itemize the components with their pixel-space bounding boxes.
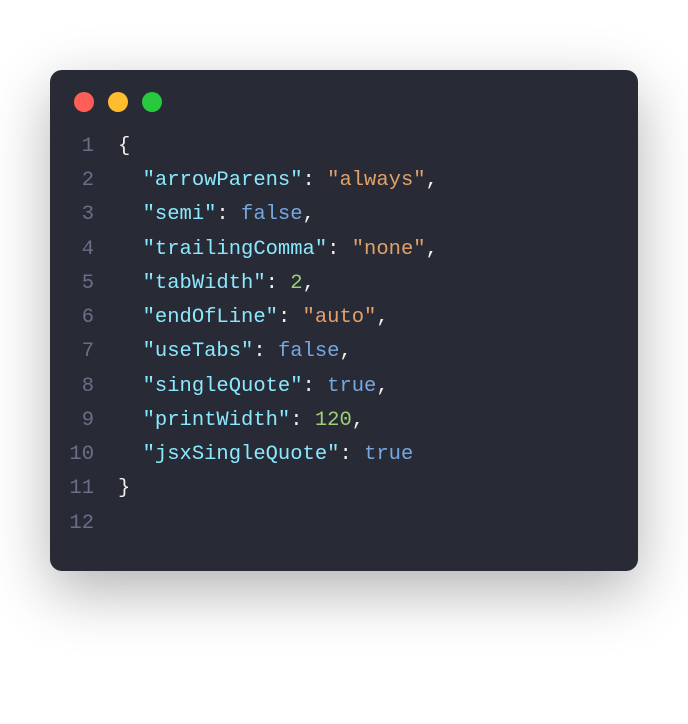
token-key: "endOfLine" — [143, 306, 278, 329]
line-content: { — [118, 130, 130, 164]
token-punct: , — [376, 306, 388, 329]
close-icon[interactable] — [74, 92, 94, 112]
token-boolean: true — [364, 443, 413, 466]
line-number: 2 — [50, 164, 118, 198]
code-line: 1{ — [50, 130, 638, 164]
line-number: 6 — [50, 301, 118, 335]
token-key: "tabWidth" — [143, 272, 266, 295]
code-line: 3 "semi": false, — [50, 198, 638, 232]
token-number: 120 — [315, 409, 352, 432]
line-number: 9 — [50, 404, 118, 438]
token-whitespace — [118, 443, 143, 466]
line-content: "semi": false, — [118, 198, 315, 232]
line-number: 4 — [50, 233, 118, 267]
token-whitespace — [118, 238, 143, 261]
token-key: "semi" — [143, 203, 217, 226]
line-content: "useTabs": false, — [118, 335, 352, 369]
line-number: 11 — [50, 472, 118, 506]
token-whitespace — [118, 409, 143, 432]
token-whitespace — [118, 306, 143, 329]
line-number: 12 — [50, 507, 118, 541]
token-punct: , — [339, 340, 351, 363]
token-string: "none" — [352, 238, 426, 261]
token-punct: , — [376, 375, 388, 398]
token-key: "singleQuote" — [143, 375, 303, 398]
line-content: "endOfLine": "auto", — [118, 301, 389, 335]
token-whitespace — [118, 375, 143, 398]
code-line: 12 — [50, 507, 638, 541]
line-number: 10 — [50, 438, 118, 472]
code-line: 8 "singleQuote": true, — [50, 370, 638, 404]
code-line: 11} — [50, 472, 638, 506]
token-key: "useTabs" — [143, 340, 254, 363]
token-punct: , — [352, 409, 364, 432]
token-punct: : — [290, 409, 315, 432]
code-line: 7 "useTabs": false, — [50, 335, 638, 369]
line-number: 8 — [50, 370, 118, 404]
line-number: 5 — [50, 267, 118, 301]
token-key: "printWidth" — [143, 409, 291, 432]
token-punct: } — [118, 477, 130, 500]
token-punct: , — [426, 238, 438, 261]
line-content: "printWidth": 120, — [118, 404, 364, 438]
line-number: 3 — [50, 198, 118, 232]
token-punct: , — [303, 272, 315, 295]
line-content: } — [118, 472, 130, 506]
token-string: "auto" — [303, 306, 377, 329]
code-line: 5 "tabWidth": 2, — [50, 267, 638, 301]
token-whitespace — [118, 203, 143, 226]
line-content: "singleQuote": true, — [118, 370, 389, 404]
code-line: 4 "trailingComma": "none", — [50, 233, 638, 267]
line-content: "arrowParens": "always", — [118, 164, 438, 198]
code-line: 2 "arrowParens": "always", — [50, 164, 638, 198]
line-number: 1 — [50, 130, 118, 164]
token-string: "always" — [327, 169, 425, 192]
code-line: 9 "printWidth": 120, — [50, 404, 638, 438]
token-boolean: true — [327, 375, 376, 398]
maximize-icon[interactable] — [142, 92, 162, 112]
token-boolean: false — [241, 203, 303, 226]
titlebar — [50, 92, 638, 130]
token-number: 2 — [290, 272, 302, 295]
token-punct: , — [426, 169, 438, 192]
token-whitespace — [118, 272, 143, 295]
code-line: 6 "endOfLine": "auto", — [50, 301, 638, 335]
editor-window: 1{2 "arrowParens": "always",3 "semi": fa… — [50, 70, 638, 571]
token-boolean: false — [278, 340, 340, 363]
token-punct: , — [303, 203, 315, 226]
token-whitespace — [118, 340, 143, 363]
token-punct: : — [303, 169, 328, 192]
line-content: "trailingComma": "none", — [118, 233, 438, 267]
token-key: "trailingComma" — [143, 238, 328, 261]
token-punct: : — [327, 238, 352, 261]
token-punct: : — [216, 203, 241, 226]
token-punct: : — [266, 272, 291, 295]
minimize-icon[interactable] — [108, 92, 128, 112]
token-punct: { — [118, 135, 130, 158]
code-line: 10 "jsxSingleQuote": true — [50, 438, 638, 472]
token-punct: : — [278, 306, 303, 329]
line-content: "tabWidth": 2, — [118, 267, 315, 301]
token-key: "jsxSingleQuote" — [143, 443, 340, 466]
code-area[interactable]: 1{2 "arrowParens": "always",3 "semi": fa… — [50, 130, 638, 541]
line-content: "jsxSingleQuote": true — [118, 438, 413, 472]
token-punct: : — [339, 443, 364, 466]
token-punct: : — [253, 340, 278, 363]
token-key: "arrowParens" — [143, 169, 303, 192]
line-number: 7 — [50, 335, 118, 369]
token-punct: : — [303, 375, 328, 398]
token-whitespace — [118, 169, 143, 192]
